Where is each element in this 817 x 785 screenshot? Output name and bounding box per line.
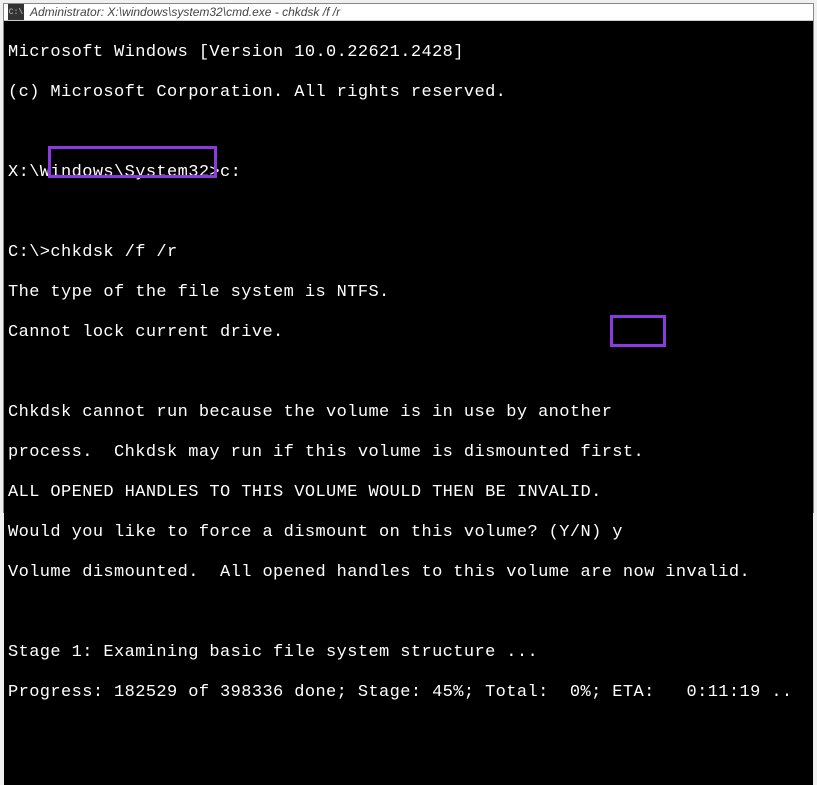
cmd-icon: C:\ bbox=[8, 4, 24, 20]
output-line bbox=[8, 603, 809, 623]
cmd-window: C:\ Administrator: X:\windows\system32\c… bbox=[3, 3, 814, 513]
output-line: Progress: 182529 of 398336 done; Stage: … bbox=[8, 683, 809, 703]
output-line bbox=[8, 203, 809, 223]
output-line: Volume dismounted. All opened handles to… bbox=[8, 563, 809, 583]
output-line: Microsoft Windows [Version 10.0.22621.24… bbox=[8, 43, 809, 63]
output-line: Cannot lock current drive. bbox=[8, 323, 809, 343]
output-line: (c) Microsoft Corporation. All rights re… bbox=[8, 83, 809, 103]
prompt-line: C:\>chkdsk /f /r bbox=[8, 243, 809, 263]
output-line: The type of the file system is NTFS. bbox=[8, 283, 809, 303]
output-line: Chkdsk cannot run because the volume is … bbox=[8, 403, 809, 423]
titlebar[interactable]: C:\ Administrator: X:\windows\system32\c… bbox=[4, 4, 813, 21]
output-line bbox=[8, 123, 809, 143]
terminal-output[interactable]: Microsoft Windows [Version 10.0.22621.24… bbox=[4, 21, 813, 785]
output-line: Would you like to force a dismount on th… bbox=[8, 523, 809, 543]
window-title: Administrator: X:\windows\system32\cmd.e… bbox=[30, 5, 340, 19]
prompt-line: X:\Windows\System32>c: bbox=[8, 163, 809, 183]
output-line: process. Chkdsk may run if this volume i… bbox=[8, 443, 809, 463]
output-line: ALL OPENED HANDLES TO THIS VOLUME WOULD … bbox=[8, 483, 809, 503]
output-line bbox=[8, 363, 809, 383]
output-line: Stage 1: Examining basic file system str… bbox=[8, 643, 809, 663]
